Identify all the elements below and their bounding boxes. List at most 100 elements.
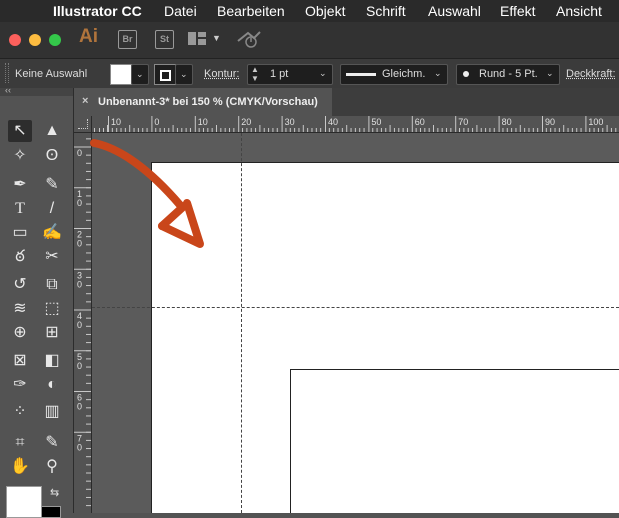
profile-value: Gleichm. [382, 68, 426, 80]
hruler-label: 50 [371, 117, 381, 127]
paintbrush-tool-icon[interactable]: ✍ [40, 222, 64, 244]
ruler-origin[interactable] [74, 116, 92, 132]
hruler-label: 100 [588, 117, 603, 127]
hruler-label: 70 [458, 117, 468, 127]
stroke-color-swatch[interactable] [154, 64, 176, 85]
collapse-panel-icon[interactable]: ‹‹ [5, 85, 11, 95]
type-tool-icon[interactable]: T [8, 198, 32, 220]
menu-ansicht[interactable]: Ansicht [556, 3, 602, 19]
vruler-label: 0 [77, 361, 82, 371]
stock-button[interactable]: St [155, 30, 174, 49]
variable-width-profile-dropdown[interactable]: Gleichm. ⌄ [340, 64, 448, 85]
horizontal-ruler[interactable]: 10 0 10 20 30 40 50 60 70 80 90 100 [74, 116, 619, 133]
vruler-label: 0 [77, 320, 82, 330]
menu-objekt[interactable]: Objekt [305, 3, 345, 19]
document-tab-bar: × Unbenannt-3* bei 150 % (CMYK/Vorschau) [74, 88, 619, 116]
free-transform-tool-icon[interactable]: ⬚ [40, 298, 64, 320]
hruler-label: 60 [415, 117, 425, 127]
hruler-label: 0 [154, 117, 159, 127]
fill-color-swatch[interactable] [110, 64, 132, 85]
column-graph-tool-icon[interactable]: ▥ [40, 401, 64, 423]
stroke-weight-field[interactable]: ▲ ▼ 1 pt ⌄ [247, 64, 333, 85]
perspective-grid-tool-icon[interactable]: ⊞ [40, 322, 64, 344]
magic-wand-tool-icon[interactable]: ✧ [8, 145, 32, 167]
horizontal-ruler-labels: 10 0 10 20 30 40 50 60 70 80 90 100 [108, 116, 617, 132]
stepper-down-icon[interactable]: ▼ [251, 74, 259, 83]
vertical-guide[interactable] [241, 133, 242, 513]
menu-bearbeiten[interactable]: Bearbeiten [217, 3, 285, 19]
curvature-tool-icon[interactable]: ✎ [40, 174, 64, 196]
stroke-swatch[interactable] [41, 506, 61, 518]
menu-app[interactable]: Illustrator CC [53, 3, 142, 19]
vruler-label: 0 [77, 279, 82, 289]
shaper-tool-icon[interactable]: ఠ [8, 246, 32, 268]
hruler-label: 40 [328, 117, 338, 127]
vruler-label: 0 [77, 198, 82, 208]
menu-auswahl[interactable]: Auswahl [428, 3, 481, 19]
hruler-label: 80 [502, 117, 512, 127]
vertical-ruler-labels: 010203040506070 [74, 138, 91, 507]
slice-tool-icon[interactable]: ✎ [40, 432, 64, 454]
hruler-label: 90 [545, 117, 555, 127]
arrange-documents-dropdown-icon[interactable]: ▼ [212, 33, 221, 43]
menu-schrift[interactable]: Schrift [366, 3, 406, 19]
illustrator-logo: Ai [79, 26, 98, 47]
blend-tool-icon[interactable]: ◐ [40, 374, 64, 396]
horizontal-guide[interactable] [92, 307, 619, 308]
brush-definition-dropdown[interactable]: Rund - 5 Pt. ⌄ [456, 64, 560, 85]
canvas-pasteboard[interactable] [92, 133, 619, 513]
control-bar-grip[interactable] [5, 63, 9, 83]
direct-selection-tool-icon[interactable]: ▲ [40, 120, 64, 142]
zoom-window-button[interactable] [49, 34, 61, 46]
scissors-tool-icon[interactable]: ✂ [40, 246, 64, 268]
scale-tool-icon[interactable]: ⧉ [40, 274, 64, 296]
vruler-label: 0 [77, 239, 82, 249]
rectangle-shape[interactable] [290, 369, 619, 513]
symbol-sprayer-tool-icon[interactable]: ⁘ [8, 401, 32, 423]
vruler-label: 0 [77, 148, 82, 158]
mesh-tool-icon[interactable]: ⊠ [8, 350, 32, 372]
hruler-label: 10 [198, 117, 208, 127]
line-segment-tool-icon[interactable]: / [40, 198, 64, 220]
hruler-label: 30 [285, 117, 295, 127]
stepper-up-icon[interactable]: ▲ [251, 65, 259, 74]
close-window-button[interactable] [9, 34, 21, 46]
swap-fill-stroke-icon[interactable]: ⇆ [50, 486, 59, 499]
artboard-tool-icon[interactable]: ⌗ [8, 432, 32, 454]
gpu-performance-icon[interactable] [236, 29, 262, 49]
hand-tool-icon[interactable]: ✋ [8, 456, 32, 478]
document-tab[interactable]: × Unbenannt-3* bei 150 % (CMYK/Vorschau) [74, 88, 332, 116]
tools-panel-header[interactable]: ‹‹ [0, 85, 73, 96]
menu-effekt[interactable]: Effekt [500, 3, 536, 19]
stroke-dropdown[interactable]: ⌄ [175, 64, 193, 85]
fill-dropdown[interactable]: ⌄ [131, 64, 149, 85]
vruler-label: 0 [77, 442, 82, 452]
fill-swatch[interactable] [6, 486, 42, 518]
vertical-ruler[interactable]: 010203040506070 [74, 133, 92, 513]
eyedropper-tool-icon[interactable]: ✑ [8, 374, 32, 396]
stroke-label[interactable]: Kontur: [204, 68, 239, 80]
close-document-icon[interactable]: × [82, 95, 88, 107]
vruler-label: 0 [77, 402, 82, 412]
hruler-label: 10 [111, 117, 121, 127]
arrange-documents-icon[interactable] [188, 32, 206, 45]
tools-panel: ‹‹ ↖ ▲ ✧ ʘ ✒ ✎ T / ▭ ✍ ఠ ✂ ↺ ⧉ ≋ ⬚ ⊕ ⊞ ⊠… [0, 85, 74, 518]
pen-tool-icon[interactable]: ✒ [8, 174, 32, 196]
selection-status: Keine Auswahl [15, 68, 88, 80]
bridge-button[interactable]: Br [118, 30, 137, 49]
zoom-tool-icon[interactable]: ⚲ [40, 456, 64, 478]
selection-tool-icon[interactable]: ↖ [8, 120, 32, 142]
rotate-tool-icon[interactable]: ↺ [8, 274, 32, 296]
width-tool-icon[interactable]: ≋ [8, 298, 32, 320]
brush-value: Rund - 5 Pt. [479, 68, 538, 80]
menubar: Illustrator CC Datei Bearbeiten Objekt S… [0, 0, 619, 22]
lasso-tool-icon[interactable]: ʘ [40, 145, 64, 167]
rectangle-tool-icon[interactable]: ▭ [8, 222, 32, 244]
document-title: Unbenannt-3* bei 150 % (CMYK/Vorschau) [98, 96, 318, 108]
minimize-window-button[interactable] [29, 34, 41, 46]
stroke-weight-value[interactable]: 1 pt [270, 68, 288, 80]
gradient-tool-icon[interactable]: ◧ [40, 350, 64, 372]
opacity-label[interactable]: Deckkraft: [566, 68, 616, 80]
shape-builder-tool-icon[interactable]: ⊕ [8, 322, 32, 344]
menu-datei[interactable]: Datei [164, 3, 197, 19]
